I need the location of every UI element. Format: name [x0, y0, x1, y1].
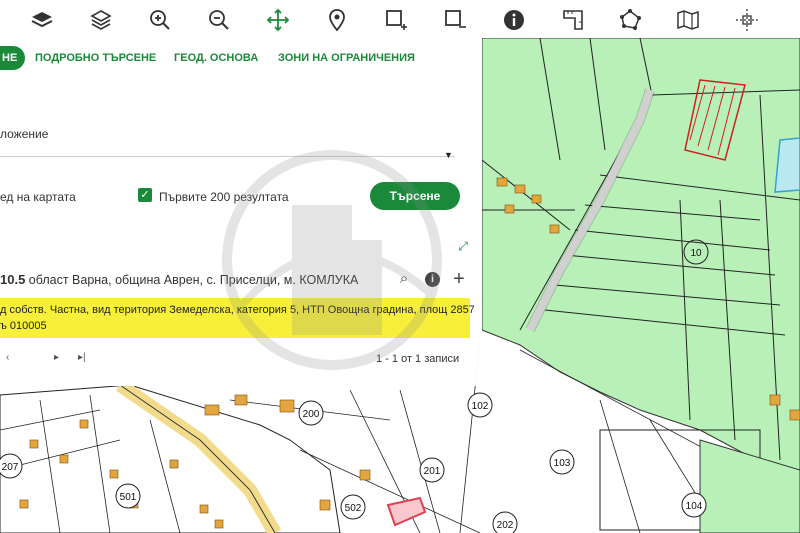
result-location: област Варна, община Аврен, с. Приселци,… [25, 273, 359, 287]
remove-selection-icon[interactable] [441, 6, 469, 34]
pan-icon[interactable] [264, 6, 292, 34]
info-icon[interactable] [500, 6, 528, 34]
first200-label: Първите 200 резултата [159, 190, 289, 204]
prev-page-icon[interactable]: ‹ [6, 352, 9, 363]
pager-count: 1 - 1 от 1 записи [376, 353, 460, 365]
result-title[interactable]: 10.5 област Варна, община Аврен, с. Прис… [0, 272, 358, 287]
first200-checkbox[interactable]: ✓ [138, 188, 152, 202]
tab-restrictions[interactable]: ЗОНИ НА ОГРАНИЧЕНИЯ [278, 52, 415, 64]
last-page-icon[interactable]: ▸| [78, 352, 86, 363]
polygon-icon[interactable] [616, 6, 644, 34]
add-selection-icon[interactable] [382, 6, 410, 34]
tab-detailed-search[interactable]: ПОДРОБНО ТЪРСЕНЕ [35, 52, 156, 64]
layers-stack-icon[interactable] [87, 6, 115, 34]
tab-geobase[interactable]: ГЕОД. ОСНОВА [174, 52, 258, 64]
parcel-label-501-text: 501 [120, 492, 137, 503]
search-button[interactable]: Търсене [370, 182, 460, 210]
result-info-icon[interactable]: i [425, 272, 440, 287]
add-icon[interactable]: + [450, 269, 468, 289]
location-pin-icon[interactable] [323, 6, 351, 34]
parcel-label-502-text: 502 [345, 503, 362, 514]
parcel-label-207-text: 207 [2, 462, 19, 473]
result-detail-line2: ъ 010005 [0, 320, 47, 332]
zoom-out-icon[interactable] [205, 6, 233, 34]
layers-icon[interactable] [28, 6, 56, 34]
parcel-label-202-text: 202 [497, 520, 514, 531]
parcel-label-102-text: 102 [472, 401, 489, 412]
result-detail-line1: д собств. Частна, вид територия Земеделс… [0, 304, 475, 316]
map-view-label[interactable]: ед на картата [0, 190, 76, 204]
zoom-in-icon[interactable] [146, 6, 174, 34]
parcel-label-103-text: 103 [554, 458, 571, 469]
crosshair-icon[interactable] [733, 6, 761, 34]
map-toolbar [0, 0, 800, 38]
search-panel: НЕ ПОДРОБНО ТЪРСЕНЕ ГЕОД. ОСНОВА ЗОНИ НА… [0, 38, 482, 386]
chevron-down-icon[interactable]: ▼ [444, 150, 453, 160]
blue-parcel [774, 137, 800, 193]
ruler-icon[interactable] [559, 6, 587, 34]
tab-simple-search[interactable]: НЕ [0, 46, 26, 70]
parcel-label-10-text: 10 [690, 248, 702, 259]
map-icon[interactable] [674, 6, 702, 34]
pager: ‹ ▸ ▸| 1 - 1 от 1 записи [0, 350, 470, 370]
location-label: ложение [0, 127, 49, 141]
parcel-label-200-text: 200 [303, 409, 320, 420]
result-details: д собств. Частна, вид територия Земеделс… [0, 298, 475, 338]
result-id: 10.5 [0, 272, 26, 287]
expand-icon[interactable]: ⤢ [456, 239, 470, 253]
parcel-label-104-text: 104 [686, 501, 703, 512]
parcel-label-201-text: 201 [424, 466, 441, 477]
next-page-icon[interactable]: ▸ [54, 352, 59, 363]
search-icon[interactable]: ⌕ [395, 270, 413, 288]
location-select[interactable] [0, 156, 455, 157]
